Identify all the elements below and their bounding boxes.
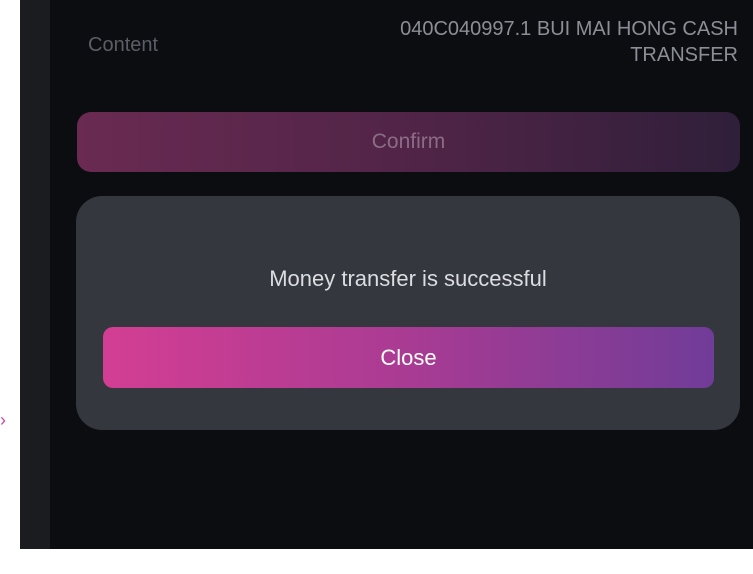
close-button[interactable]: Close bbox=[103, 327, 714, 388]
screenshot-stage: › Content 040C040997.1 BUI MAI HONG CASH… bbox=[0, 0, 753, 574]
success-dialog: Money transfer is successful Close bbox=[76, 196, 740, 430]
phone-screen: Content 040C040997.1 BUI MAI HONG CASH T… bbox=[50, 0, 753, 549]
content-label: Content bbox=[88, 34, 159, 56]
content-value: 040C040997.1 BUI MAI HONG CASH TRANSFER bbox=[278, 16, 738, 68]
content-value-line1: 040C040997.1 BUI MAI HONG CASH bbox=[400, 18, 738, 40]
dialog-message: Money transfer is successful bbox=[269, 266, 547, 291]
confirm-button[interactable]: Confirm bbox=[77, 112, 740, 172]
content-value-line2: TRANSFER bbox=[630, 44, 738, 66]
side-strip bbox=[20, 0, 50, 549]
arrow-marker-icon: › bbox=[0, 410, 6, 430]
